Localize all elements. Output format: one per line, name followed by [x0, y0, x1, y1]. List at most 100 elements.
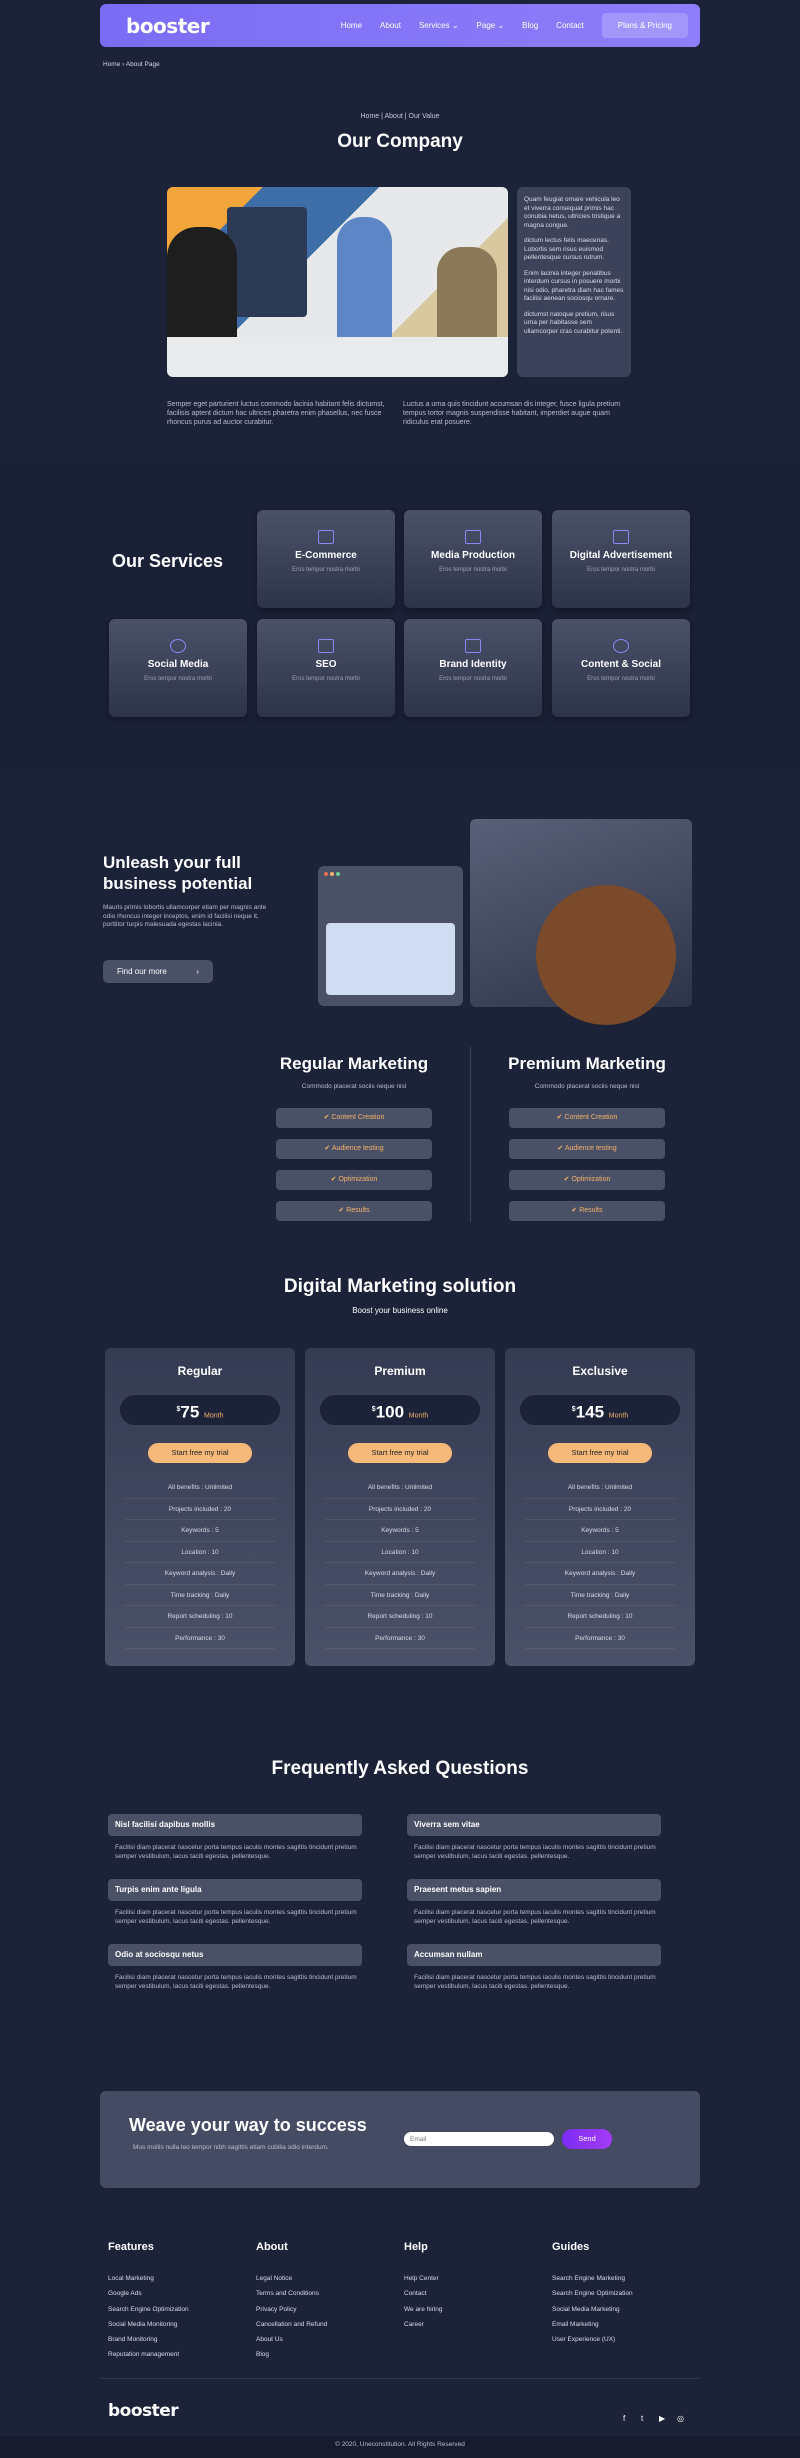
plan-feature: Keywords : 5 — [525, 1520, 675, 1542]
faq-question[interactable]: Nisl facilisi dapibus mollis — [108, 1814, 362, 1836]
footer-logo[interactable]: booster — [108, 2401, 179, 2421]
price-value: 100 — [375, 1402, 405, 1422]
hero-left-text: Semper eget parturient luctus commodo la… — [167, 401, 385, 426]
feature-pill: ✔ Content Creation — [509, 1108, 665, 1128]
footer-link[interactable]: Email Marketing — [552, 2317, 633, 2332]
faq-answer: Facilisi diam placerat nascetur porta te… — [115, 1844, 357, 1860]
faq-question[interactable]: Odio at sociosqu netus — [108, 1944, 362, 1966]
plan-feature: Time tracking : Daily — [125, 1585, 275, 1606]
footer-link[interactable]: Brand Monitoring — [108, 2332, 189, 2347]
feature-pill: ✔ Optimization — [276, 1170, 432, 1190]
footer-link[interactable]: Search Engine Optimization — [108, 2302, 189, 2317]
footer-link[interactable]: Search Engine Optimization — [552, 2286, 633, 2301]
service-card-advertisement[interactable]: Digital Advertisement Eros tempor nostra … — [552, 510, 690, 608]
service-card-media[interactable]: Media Production Eros tempor nostra morbi — [404, 510, 542, 608]
faq-question[interactable]: Turpis enim ante ligula — [108, 1879, 362, 1901]
footer-link[interactable]: Social Media Marketing — [552, 2302, 633, 2317]
footer-link[interactable]: Privacy Policy — [256, 2302, 327, 2317]
plan-name: Exclusive — [572, 1364, 628, 1378]
regular-marketing-list: ✔ Content Creation ✔ Audience testing ✔ … — [276, 1108, 432, 1232]
logo[interactable]: booster — [126, 14, 210, 38]
youtube-icon[interactable]: ▶ — [659, 2414, 669, 2424]
footer-link[interactable]: Google Ads — [108, 2286, 189, 2301]
nav-link-about[interactable]: About — [380, 21, 401, 30]
price-period: Month — [408, 1412, 429, 1420]
media-icon — [465, 530, 481, 544]
monitor-shape — [227, 207, 307, 317]
faq-question[interactable]: Accumsan nullam — [407, 1944, 661, 1966]
footer-link[interactable]: Legal Notice — [256, 2271, 327, 2286]
side-text: Enim lacinia integer penatibus interdum … — [524, 269, 624, 303]
instagram-icon[interactable]: ◎ — [677, 2414, 687, 2424]
plan-features: All benefits : Unlimited Projects include… — [105, 1477, 295, 1649]
service-title: Content & Social — [580, 659, 661, 670]
nav-link-home[interactable]: Home — [341, 21, 362, 30]
footer-link[interactable]: Contact — [404, 2286, 443, 2301]
facebook-icon[interactable]: f — [623, 2414, 633, 2424]
plan-feature: Projects included : 20 — [325, 1499, 475, 1520]
service-card-seo[interactable]: SEO Eros tempor nostra morbi — [257, 619, 395, 717]
plan-feature: Keyword analysis : Daily — [525, 1563, 675, 1585]
service-card-content[interactable]: Content & Social Eros tempor nostra morbi — [552, 619, 690, 717]
faq-answer: Facilisi diam placerat nascetur porta te… — [414, 1974, 656, 1990]
footer-col-help: Help Help Center Contact We are hiring Care… — [404, 2240, 443, 2332]
footer-link[interactable]: User Experience (UX) — [552, 2332, 633, 2347]
service-title: Brand Identity — [439, 659, 507, 670]
footer-link[interactable]: Reputation management — [108, 2347, 189, 2362]
footer-col-features: Features Local Marketing Google Ads Search… — [108, 2240, 189, 2362]
hero-breadcrumb: Home | About | Our Value — [360, 113, 440, 120]
page-title: Our Company — [337, 131, 463, 152]
window-dot — [336, 872, 340, 876]
nav-link-blog[interactable]: Blog — [522, 21, 538, 30]
send-button[interactable]: Send — [562, 2129, 612, 2149]
nav-link-page[interactable]: Page ⌄ — [477, 21, 505, 30]
start-trial-button[interactable]: Start free my trial — [148, 1443, 252, 1463]
service-desc: Eros tempor nostra morbi — [292, 676, 360, 682]
footer-link[interactable]: Cancellation and Refund — [256, 2317, 327, 2332]
faq-question[interactable]: Praesent metus sapien — [407, 1879, 661, 1901]
find-more-button[interactable]: Find our more › — [103, 960, 213, 983]
footer-link[interactable]: Social Media Monitoring — [108, 2317, 189, 2332]
service-desc: Eros tempor nostra morbi — [439, 676, 507, 682]
service-title: E-Commerce — [295, 550, 357, 561]
service-desc: Eros tempor nostra morbi — [292, 567, 360, 573]
footer-link[interactable]: Terms and Conditions — [256, 2286, 327, 2301]
footer-link[interactable]: Search Engine Marketing — [552, 2271, 633, 2286]
newsletter-box: Weave your way to success Mos mollis nul… — [100, 2091, 700, 2188]
email-input[interactable] — [404, 2132, 554, 2146]
plan-feature: Keywords : 5 — [125, 1520, 275, 1542]
footer-link[interactable]: Local Marketing — [108, 2271, 189, 2286]
share-icon — [170, 639, 186, 653]
unleash-text: Mauris primis lobortis ullamcorper etiam… — [103, 904, 267, 928]
newsletter-text: Mos mollis nulla leo tempor nibh sagitti… — [133, 2144, 329, 2151]
twitter-icon[interactable]: t — [641, 2414, 651, 2424]
nav-link-services[interactable]: Services ⌄ — [419, 21, 459, 30]
bulb-icon — [613, 639, 629, 653]
faq-question[interactable]: Viverra sem vitae — [407, 1814, 661, 1836]
find-more-label: Find our more — [117, 967, 167, 976]
plans-pricing-button[interactable]: Plans & Pricing — [601, 13, 688, 38]
plan-card-premium: Premium $100 Month Start free my trial A… — [305, 1348, 495, 1666]
footer-link[interactable]: About Us — [256, 2332, 327, 2347]
plan-features: All benefits : Unlimited Projects include… — [305, 1477, 495, 1649]
footer-link[interactable]: Blog — [256, 2347, 327, 2362]
nav-link-contact[interactable]: Contact — [556, 21, 584, 30]
footer-link[interactable]: We are hiring — [404, 2302, 443, 2317]
footer-link[interactable]: Career — [404, 2317, 443, 2332]
plan-price: $145 Month — [520, 1395, 680, 1425]
footer-heading: Help — [404, 2241, 428, 2253]
seo-icon — [318, 639, 334, 653]
faq-answer: Facilisi diam placerat nascetur porta te… — [414, 1909, 656, 1925]
plan-price: $100 Month — [320, 1395, 480, 1425]
service-card-brand[interactable]: Brand Identity Eros tempor nostra morbi — [404, 619, 542, 717]
footer-heading: Features — [108, 2241, 154, 2253]
start-trial-button[interactable]: Start free my trial — [348, 1443, 452, 1463]
window-dot — [324, 872, 328, 876]
feature-pill: ✔ Optimization — [509, 1170, 665, 1190]
footer-link[interactable]: Help Center — [404, 2271, 443, 2286]
start-trial-button[interactable]: Start free my trial — [548, 1443, 652, 1463]
service-card-ecommerce[interactable]: E-Commerce Eros tempor nostra morbi — [257, 510, 395, 608]
plan-name: Premium — [374, 1364, 426, 1378]
service-card-social[interactable]: Social Media Eros tempor nostra morbi — [109, 619, 247, 717]
service-title: Digital Advertisement — [569, 550, 673, 561]
